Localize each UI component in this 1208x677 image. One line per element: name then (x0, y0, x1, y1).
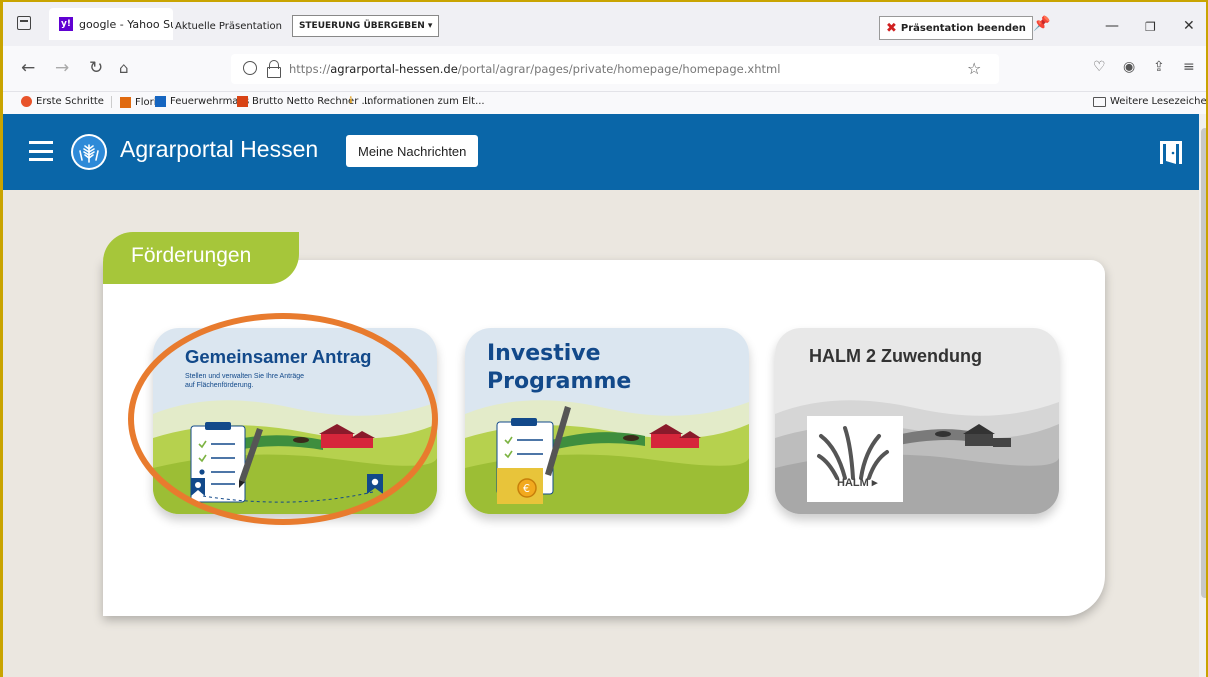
folder-icon (1093, 96, 1106, 107)
tile-halm-2-zuwendung[interactable]: HALM 2 Zuwendung HALM ▸ (775, 328, 1059, 514)
pin-icon[interactable]: 📌 (1033, 16, 1050, 32)
hamburger-menu-icon[interactable] (29, 141, 53, 161)
app-header: Agrarportal Hessen Meine Nachrichten (3, 114, 1199, 190)
florix-icon (120, 96, 131, 108)
extensions-icon[interactable]: ⇪ (1153, 59, 1165, 75)
tab-label: google - Yahoo Such (79, 17, 173, 31)
bookmarks-toolbar: Erste Schritte Florix Feuerwehrmails Bru… (3, 92, 1206, 114)
section-tab: Förderungen (103, 232, 299, 284)
tracking-shield-icon[interactable] (243, 61, 257, 75)
account-icon[interactable]: ◉ (1123, 59, 1135, 75)
list-tabs-icon[interactable] (17, 16, 31, 30)
bookmark-item[interactable]: Feuerwehrmails (155, 96, 249, 107)
pocket-icon[interactable]: ♡ (1093, 59, 1106, 75)
app-title: Agrarportal Hessen (120, 136, 319, 162)
lock-icon[interactable] (267, 60, 281, 78)
svg-text:€: € (523, 482, 530, 495)
firefox-icon (21, 96, 32, 107)
tile-title: HALM 2 Zuwendung (809, 346, 982, 366)
forward-icon[interactable]: → (55, 58, 69, 78)
window-close-icon[interactable]: ✕ (1183, 18, 1195, 34)
bookmark-star-icon[interactable]: ☆ (967, 59, 981, 78)
address-bar[interactable]: https://agrarportal-hessen.de/portal/agr… (231, 54, 999, 84)
tab-strip: y! google - Yahoo Such Aktuelle Präsenta… (3, 2, 1206, 46)
end-presentation-button[interactable]: ✖ Präsentation beenden (879, 16, 1033, 40)
navigation-bar: ← → ↻ ⌂ https://agrarportal-hessen.de/po… (3, 46, 1206, 92)
browser-window: y! google - Yahoo Such Aktuelle Präsenta… (0, 0, 1208, 677)
yahoo-favicon-icon: y! (59, 17, 73, 31)
close-icon: ✖ (886, 20, 897, 36)
highlight-circle (128, 313, 438, 525)
wheat-icon (79, 144, 99, 163)
url-text[interactable]: https://agrarportal-hessen.de/portal/agr… (289, 62, 780, 76)
home-icon[interactable]: ⌂ (119, 58, 129, 78)
restore-icon[interactable]: ❐ (1145, 20, 1156, 34)
outlook-icon (155, 96, 166, 107)
page-scrollbar[interactable] (1199, 114, 1206, 677)
presentation-bar: Aktuelle Präsentation STEUERUNG ÜBERGEBE… (175, 12, 440, 40)
reload-icon[interactable]: ↻ (89, 58, 103, 78)
browser-tab[interactable]: y! google - Yahoo Such (49, 8, 173, 40)
bookmark-item[interactable]: Erste Schritte (21, 96, 104, 107)
handover-control-button[interactable]: STEUERUNG ÜBERGEBEN ▾ (291, 15, 440, 37)
bookmark-item[interactable]: ℹ Informationen zum Elt... (349, 96, 485, 107)
halm-logo-text: HALM ▸ (837, 477, 878, 489)
end-presentation-label: Präsentation beenden (900, 22, 1026, 34)
calculator-icon (237, 96, 248, 107)
info-icon: ℹ (349, 96, 353, 106)
tile-investive-programme[interactable]: € Investive Programme (465, 328, 749, 514)
current-presentation-label: Aktuelle Präsentation (175, 20, 282, 32)
back-icon[interactable]: ← (21, 58, 35, 78)
minimize-icon[interactable]: — (1105, 18, 1119, 34)
logout-icon[interactable] (1157, 138, 1185, 166)
tile-title: Investive Programme (487, 341, 632, 394)
my-messages-button[interactable]: Meine Nachrichten (346, 135, 479, 167)
scrollbar-thumb[interactable] (1201, 128, 1206, 598)
agrarportal-logo[interactable] (71, 134, 107, 170)
other-bookmarks[interactable]: Weitere Lesezeichen (1093, 96, 1206, 107)
section-title: Förderungen (131, 244, 252, 267)
menu-icon[interactable]: ≡ (1183, 59, 1195, 75)
